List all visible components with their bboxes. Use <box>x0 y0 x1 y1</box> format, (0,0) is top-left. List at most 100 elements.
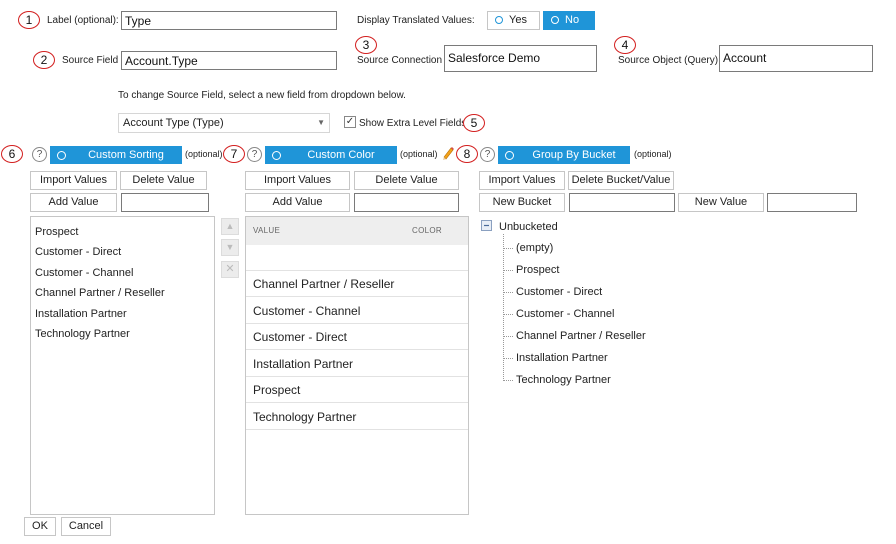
list-item[interactable]: Customer - Direct <box>35 246 121 258</box>
folder-icon[interactable] <box>481 220 492 231</box>
radio-icon <box>57 151 66 160</box>
radio-icon <box>495 16 503 24</box>
sorting-add-value-button[interactable]: Add Value <box>30 193 117 212</box>
radio-icon <box>505 151 514 160</box>
translated-no-label: No <box>565 14 580 26</box>
tree-connector <box>504 292 513 293</box>
custom-sorting-optional: (optional) <box>185 149 223 159</box>
annotation-6: 6 <box>1 145 23 163</box>
group-by-bucket-optional: (optional) <box>634 149 672 159</box>
row-value: Customer - Channel <box>253 304 361 318</box>
source-object-input: Account <box>719 45 873 72</box>
help-icon[interactable]: ? <box>480 147 495 162</box>
group-by-bucket-title: Group By Bucket <box>532 149 616 161</box>
help-icon[interactable]: ? <box>247 147 262 162</box>
chevron-down-icon: ▼ <box>317 118 325 127</box>
change-source-hint: To change Source Field, select a new fie… <box>118 90 406 101</box>
grid-header: VALUE COLOR <box>246 217 468 245</box>
sorting-import-values-button[interactable]: Import Values <box>30 171 117 190</box>
new-bucket-input[interactable] <box>569 193 675 212</box>
source-connection-input: Salesforce Demo <box>444 45 597 72</box>
radio-icon <box>551 16 559 24</box>
tree-item[interactable]: Channel Partner / Reseller <box>516 330 646 342</box>
table-row[interactable]: Installation Partner <box>246 351 468 377</box>
custom-color-title: Custom Color <box>307 149 375 161</box>
list-item[interactable]: Customer - Channel <box>35 267 133 279</box>
list-item[interactable]: Prospect <box>35 226 78 238</box>
new-value-input[interactable] <box>767 193 857 212</box>
color-add-value-button[interactable]: Add Value <box>245 193 350 212</box>
new-value-button[interactable]: New Value <box>678 193 764 212</box>
radio-icon <box>272 151 281 160</box>
translated-label: Display Translated Values: <box>357 15 475 26</box>
move-down-button[interactable]: ▼ <box>221 239 239 256</box>
custom-sorting-list[interactable]: Prospect Customer - Direct Customer - Ch… <box>30 216 215 515</box>
annotation-5: 5 <box>463 114 485 132</box>
tree-root-unbucketed[interactable]: Unbucketed <box>499 221 558 233</box>
source-field-select-value: Account Type (Type) <box>123 117 224 129</box>
table-row[interactable]: Technology Partner <box>246 404 468 430</box>
translated-no-toggle[interactable]: No <box>543 11 595 30</box>
row-value: Prospect <box>253 383 301 397</box>
extra-level-checkbox[interactable]: ✓ <box>344 116 356 128</box>
tree-connector <box>504 314 513 315</box>
move-up-button[interactable]: ▲ <box>221 218 239 235</box>
tree-connector <box>504 248 513 249</box>
custom-sorting-title: Custom Sorting <box>88 149 164 161</box>
ok-button[interactable]: OK <box>24 517 56 536</box>
annotation-2: 2 <box>33 51 55 69</box>
custom-color-optional: (optional) <box>400 149 438 159</box>
annotation-1: 1 <box>18 11 40 29</box>
tree-item[interactable]: (empty) <box>516 242 553 254</box>
remove-item-button[interactable]: ✕ <box>221 261 239 278</box>
table-row[interactable]: Customer - Direct <box>246 324 468 350</box>
source-object-label: Source Object (Query) <box>618 55 719 66</box>
bucket-import-values-button[interactable]: Import Values <box>479 171 565 190</box>
list-item[interactable]: Technology Partner <box>35 328 130 340</box>
annotation-7: 7 <box>223 145 245 163</box>
sorting-add-value-input[interactable] <box>121 193 209 212</box>
extra-level-label: Show Extra Level Fields <box>359 118 467 129</box>
sorting-delete-value-button[interactable]: Delete Value <box>120 171 207 190</box>
color-import-values-button[interactable]: Import Values <box>245 171 350 190</box>
table-row[interactable] <box>246 245 468 271</box>
list-item[interactable]: Channel Partner / Reseller <box>35 287 165 299</box>
source-field-select[interactable]: Account Type (Type) ▼ <box>118 113 330 133</box>
tree-connector <box>504 358 513 359</box>
tree-item[interactable]: Customer - Direct <box>516 286 602 298</box>
column-header-value: VALUE <box>253 226 281 235</box>
tree-connector <box>504 380 513 381</box>
table-row[interactable]: Channel Partner / Reseller <box>246 271 468 297</box>
color-add-value-input[interactable] <box>354 193 459 212</box>
help-icon[interactable]: ? <box>32 147 47 162</box>
row-value: Customer - Direct <box>253 330 348 344</box>
pencil-icon[interactable] <box>441 145 455 161</box>
custom-color-grid: VALUE COLOR Channel Partner / Reseller C… <box>245 216 469 515</box>
table-row[interactable]: Customer - Channel <box>246 298 468 324</box>
delete-bucket-value-button[interactable]: Delete Bucket/Value <box>568 171 674 190</box>
annotation-8: 8 <box>456 145 478 163</box>
column-header-color: COLOR <box>412 226 442 235</box>
tree-item[interactable]: Customer - Channel <box>516 308 614 320</box>
label-field-input[interactable]: Type <box>121 11 337 30</box>
cancel-button[interactable]: Cancel <box>61 517 111 536</box>
group-by-bucket-header[interactable]: Group By Bucket <box>498 146 630 164</box>
custom-color-header[interactable]: Custom Color <box>265 146 397 164</box>
tree-item[interactable]: Prospect <box>516 264 559 276</box>
tree-connector <box>504 270 513 271</box>
source-connection-label: Source Connection <box>357 55 443 66</box>
annotation-3: 3 <box>355 36 377 54</box>
custom-sorting-header[interactable]: Custom Sorting <box>50 146 182 164</box>
new-bucket-button[interactable]: New Bucket <box>479 193 565 212</box>
color-delete-value-button[interactable]: Delete Value <box>354 171 459 190</box>
label-field-label: Label (optional): <box>47 15 119 26</box>
list-item[interactable]: Installation Partner <box>35 308 127 320</box>
translated-yes-label: Yes <box>509 14 527 26</box>
source-field-label: Source Field <box>62 55 119 66</box>
source-field-input: Account.Type <box>121 51 337 70</box>
tree-connector <box>504 336 513 337</box>
tree-item[interactable]: Installation Partner <box>516 352 608 364</box>
tree-item[interactable]: Technology Partner <box>516 374 611 386</box>
table-row[interactable]: Prospect <box>246 377 468 403</box>
translated-yes-toggle[interactable]: Yes <box>487 11 540 30</box>
